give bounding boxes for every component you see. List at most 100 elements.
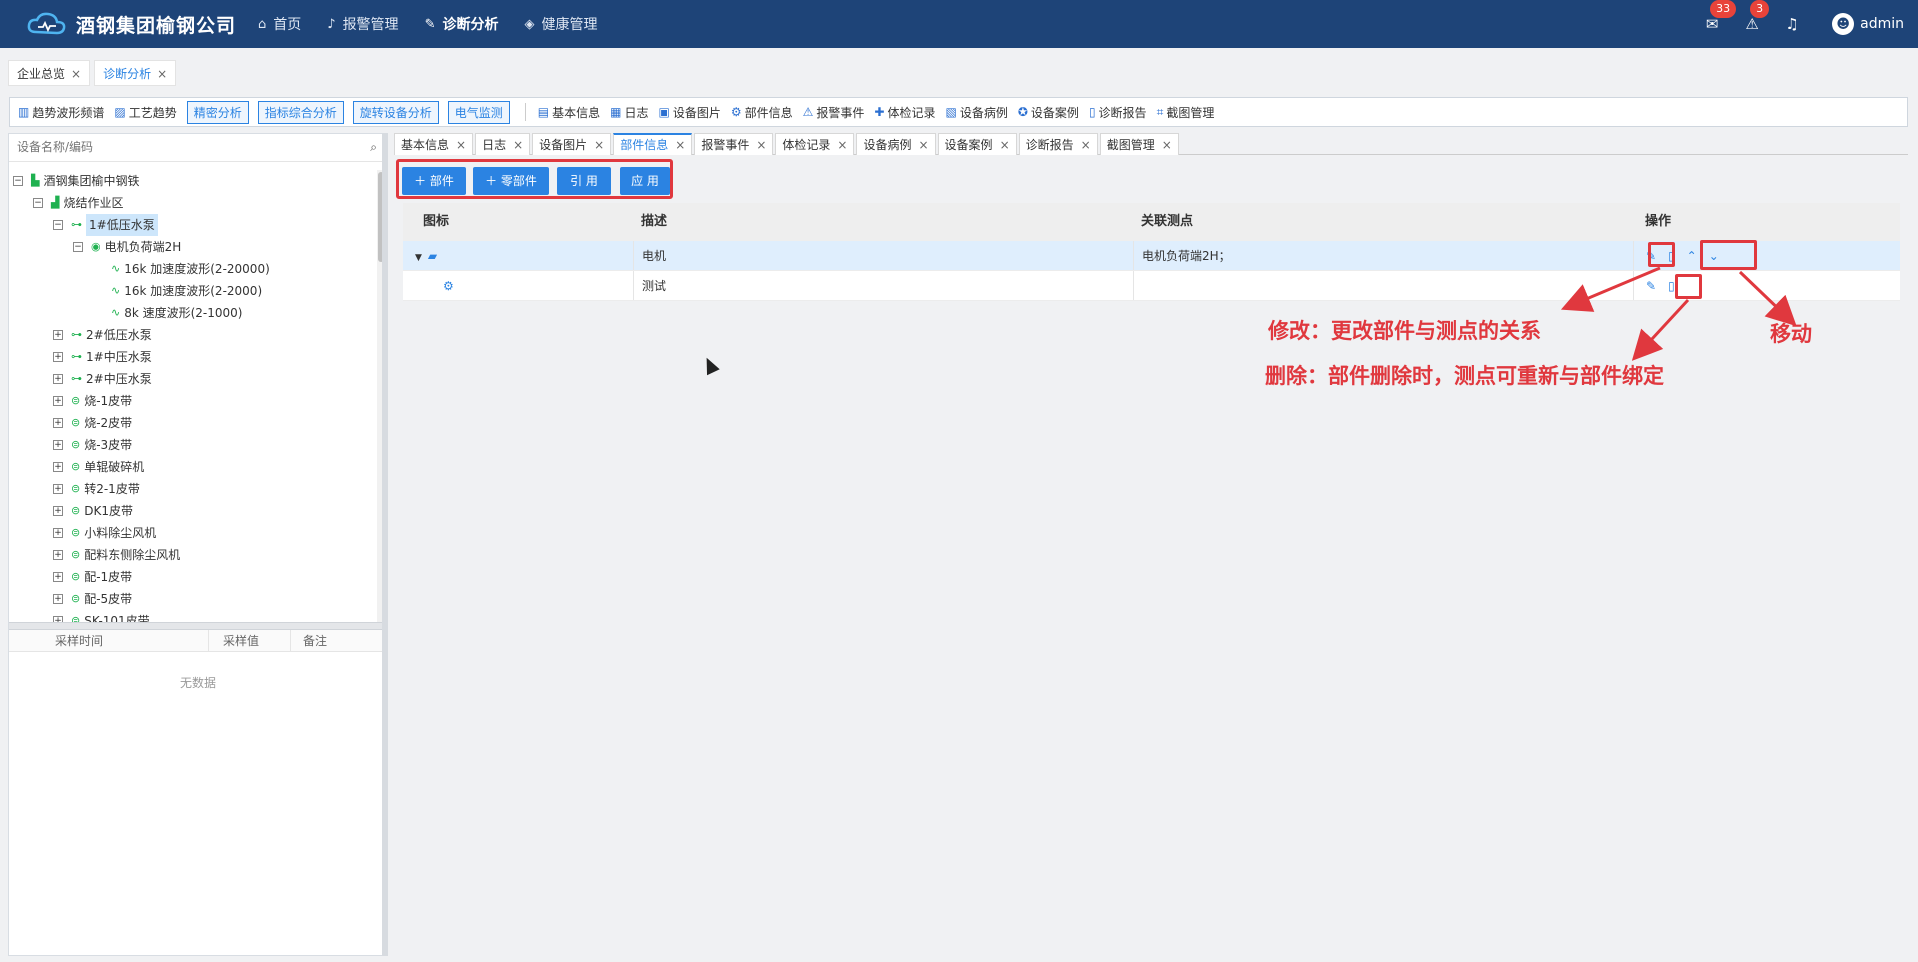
- column-header-icon[interactable]: 图标: [403, 203, 633, 241]
- toolbar-inspection[interactable]: ✚ 体检记录: [874, 104, 935, 121]
- collapse-icon[interactable]: −: [53, 220, 63, 230]
- alert-button[interactable]: ⚠ 3: [1732, 0, 1772, 33]
- page-tab-overview[interactable]: 企业总览 ×: [8, 60, 91, 86]
- rotating-analysis-button[interactable]: 旋转设备分析: [352, 100, 439, 124]
- close-icon[interactable]: ×: [837, 138, 847, 152]
- column-header[interactable]: 采样值: [209, 630, 291, 651]
- expand-icon[interactable]: +: [53, 330, 63, 340]
- panel-splitter[interactable]: [9, 622, 387, 630]
- tree-node[interactable]: − ▙ 酒钢集团榆中钢铁: [9, 170, 375, 192]
- toolbar-parts-info[interactable]: ⚙ 部件信息: [731, 104, 793, 121]
- tab-alarm-events[interactable]: 报警事件 ×: [694, 133, 774, 155]
- expand-icon[interactable]: +: [53, 396, 63, 406]
- tab-parts-info[interactable]: 部件信息 ×: [613, 133, 693, 155]
- expand-icon[interactable]: +: [53, 572, 63, 582]
- user-menu[interactable]: ☻ admin: [1832, 13, 1904, 35]
- collapse-icon[interactable]: −: [33, 198, 43, 208]
- tree-node[interactable]: + ⊶ 2#中压水泵: [9, 368, 375, 390]
- caret-down-icon[interactable]: ▼: [415, 253, 422, 263]
- column-header[interactable]: 备注: [291, 630, 387, 651]
- precision-analysis-button[interactable]: 精密分析: [186, 100, 249, 124]
- toolbar-log[interactable]: ▦ 日志: [610, 104, 648, 121]
- tree-node[interactable]: ∿ 8k 速度波形(2-1000): [9, 302, 375, 324]
- message-button[interactable]: ✉ 33: [1692, 0, 1737, 33]
- expand-icon[interactable]: +: [53, 550, 63, 560]
- close-icon[interactable]: ×: [1000, 138, 1010, 152]
- expand-icon[interactable]: +: [53, 440, 63, 450]
- page-tab-diagnosis[interactable]: 诊断分析 ×: [94, 60, 177, 86]
- nav-health[interactable]: ◈ 健康管理: [524, 14, 597, 34]
- column-header-actions[interactable]: 操作: [1633, 203, 1900, 241]
- toolbar-diagnosis-report[interactable]: ▯ 诊断报告: [1089, 104, 1147, 121]
- expand-icon[interactable]: +: [53, 462, 63, 472]
- toolbar-screenshot-manage[interactable]: ⌗ 截图管理: [1157, 104, 1215, 121]
- tree-node[interactable]: + ⊜ 烧-3皮带: [9, 434, 375, 456]
- expand-icon[interactable]: +: [53, 352, 63, 362]
- tree-node[interactable]: ∿ 16k 加速度波形(2-2000): [9, 280, 375, 302]
- close-icon[interactable]: ×: [71, 67, 81, 81]
- nav-alarm[interactable]: ♪ 报警管理: [327, 14, 398, 34]
- toolbar-trend-waveform[interactable]: ▥ 趋势波形频谱: [18, 104, 104, 121]
- close-icon[interactable]: ×: [456, 138, 466, 152]
- expand-icon[interactable]: +: [53, 594, 63, 604]
- toolbar-alarm-events[interactable]: ⚠ 报警事件: [803, 104, 865, 121]
- tab-basic-info[interactable]: 基本信息 ×: [394, 133, 474, 155]
- tree-node[interactable]: − ◉ 电机负荷端2H: [9, 236, 375, 258]
- edit-icon[interactable]: ✎: [1646, 271, 1656, 301]
- column-header-desc[interactable]: 描述: [633, 203, 1133, 241]
- close-icon[interactable]: ×: [594, 138, 604, 152]
- tab-screenshot-manage[interactable]: 截图管理 ×: [1099, 133, 1179, 155]
- close-icon[interactable]: ×: [1162, 138, 1172, 152]
- tab-device-examples[interactable]: 设备案例 ×: [937, 133, 1017, 155]
- add-subpart-button[interactable]: ＋ 零部件: [473, 167, 549, 195]
- expand-icon[interactable]: +: [53, 374, 63, 384]
- collapse-icon[interactable]: −: [73, 242, 83, 252]
- tab-diagnosis-report[interactable]: 诊断报告 ×: [1018, 133, 1098, 155]
- resize-bar[interactable]: [382, 133, 388, 956]
- close-icon[interactable]: ×: [756, 138, 766, 152]
- nav-diagnosis[interactable]: ✎ 诊断分析: [425, 14, 499, 34]
- tree-node[interactable]: + ⊜ 单辊破碎机: [9, 456, 375, 478]
- nav-home[interactable]: ⌂ 首页: [258, 14, 301, 34]
- index-analysis-button[interactable]: 指标综合分析: [257, 100, 344, 124]
- expand-icon[interactable]: +: [53, 418, 63, 428]
- electrical-monitor-button[interactable]: 电气监测: [447, 100, 510, 124]
- close-icon[interactable]: ×: [513, 138, 523, 152]
- device-search-input[interactable]: [9, 134, 349, 160]
- tab-device-images[interactable]: 设备图片 ×: [532, 133, 612, 155]
- tree-node[interactable]: + ⊜ 配-5皮带: [9, 588, 375, 610]
- toolbar-process-trend[interactable]: ▨ 工艺趋势: [114, 104, 176, 121]
- tree-node[interactable]: + ⊜ 烧-2皮带: [9, 412, 375, 434]
- brand[interactable]: 酒钢集团榆钢公司: [26, 10, 246, 38]
- collapse-icon[interactable]: −: [13, 176, 23, 186]
- tree-node[interactable]: + ⊜ DK1皮带: [9, 500, 375, 522]
- tree-node[interactable]: + ⊜ 转2-1皮带: [9, 478, 375, 500]
- toolbar-device-cases[interactable]: ▧ 设备病例: [946, 104, 1008, 121]
- toolbar-device-examples[interactable]: ✪ 设备案例: [1018, 104, 1079, 121]
- tree-node[interactable]: − ▟ 烧结作业区: [9, 192, 375, 214]
- tree-node[interactable]: + ⊜ SK-101皮带: [9, 610, 375, 622]
- tab-log[interactable]: 日志 ×: [475, 133, 531, 155]
- close-icon[interactable]: ×: [675, 138, 685, 152]
- tree-node[interactable]: + ⊜ 烧-1皮带: [9, 390, 375, 412]
- close-icon[interactable]: ×: [1081, 138, 1091, 152]
- tree-node[interactable]: + ⊜ 小料除尘风机: [9, 522, 375, 544]
- close-icon[interactable]: ×: [157, 67, 167, 81]
- tree-node[interactable]: + ⊶ 1#中压水泵: [9, 346, 375, 368]
- close-icon[interactable]: ×: [918, 138, 928, 152]
- tree-node[interactable]: ∿ 16k 加速度波形(2-20000): [9, 258, 375, 280]
- table-row[interactable]: ▼ ▰ 电机 电机负荷端2H； ✎ ▯ ⌃ ⌄: [403, 241, 1900, 271]
- add-part-button[interactable]: ＋ 部件: [402, 167, 466, 195]
- expand-icon[interactable]: +: [53, 484, 63, 494]
- expand-icon[interactable]: +: [53, 528, 63, 538]
- column-header-points[interactable]: 关联测点: [1133, 203, 1633, 241]
- tree-node[interactable]: + ⊜ 配料东侧除尘风机: [9, 544, 375, 566]
- toolbar-device-images[interactable]: ▣ 设备图片: [659, 104, 721, 121]
- tree-node[interactable]: − ⊶ 1#低压水泵: [9, 214, 375, 236]
- expand-icon[interactable]: +: [53, 506, 63, 516]
- tree-node[interactable]: + ⊶ 2#低压水泵: [9, 324, 375, 346]
- toolbar-basic-info[interactable]: ▤ 基本信息: [538, 104, 600, 121]
- search-icon[interactable]: ⌕: [370, 140, 377, 155]
- tree-node[interactable]: + ⊜ 配-1皮带: [9, 566, 375, 588]
- column-header[interactable]: 采样时间: [9, 630, 209, 651]
